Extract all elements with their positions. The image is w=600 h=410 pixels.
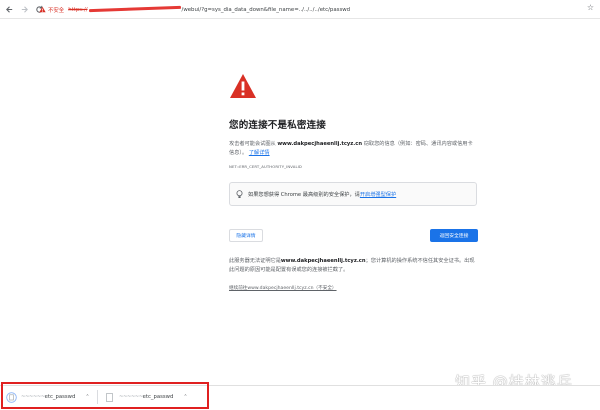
not-secure-label: 不安全 xyxy=(48,7,65,14)
error-code: NET::ERR_CERT_AUTHORITY_INVALID xyxy=(229,164,302,169)
url-scheme: https:// xyxy=(68,6,88,13)
lightbulb-icon xyxy=(236,189,243,198)
page-title: 您的连接不是私密连接 xyxy=(229,120,327,131)
browser-toolbar: 不安全 https:// /webui/?g=sys_dia_data_down… xyxy=(0,0,600,19)
details-domain: www.dakpecjhaeenllj.tcyz.cn xyxy=(280,258,366,264)
desc-domain: www.dakpecjhaeenllj.tcyz.cn xyxy=(277,141,363,147)
proceed-unsafe-link[interactable]: 继续前往www.dakpecjhaeenllj.tcyz.cn（不安全） xyxy=(229,285,337,291)
address-bar[interactable]: 不安全 https:// /webui/?g=sys_dia_data_down… xyxy=(39,2,584,17)
download-shelf-highlight xyxy=(1,382,209,409)
page-description: 攻击者可能会试图从 www.dakpecjhaeenllj.tcyz.cn 窃取… xyxy=(229,140,474,157)
enhanced-protection-prefix: 如果您想获得 Chrome 最高级别的安全保护，请 xyxy=(248,191,360,198)
hide-details-button[interactable]: 隐藏详情 xyxy=(229,229,263,242)
danger-warning-icon xyxy=(230,74,256,98)
back-arrow-icon[interactable] xyxy=(3,3,15,15)
learn-more-link[interactable]: 了解详情 xyxy=(249,150,270,156)
desc-prefix: 攻击者可能会试图从 xyxy=(229,141,276,147)
enhanced-protection-text: 如果您想获得 Chrome 最高级别的安全保护，请开启增强型保护 xyxy=(248,191,396,198)
url-path: /webui/?g=sys_dia_data_down&file_name=..… xyxy=(181,6,351,13)
enhanced-protection-banner: 如果您想获得 Chrome 最高级别的安全保护，请开启增强型保护 xyxy=(229,182,477,206)
bookmark-star-icon[interactable]: ☆ xyxy=(587,3,594,12)
back-to-safety-button[interactable]: 返回安全连接 xyxy=(430,229,478,242)
not-secure-warning-icon xyxy=(39,6,46,13)
details-prefix: 此服务器无法证明它是 xyxy=(229,258,281,264)
forward-arrow-icon[interactable] xyxy=(18,3,30,15)
enhanced-protection-link[interactable]: 开启增强型保护 xyxy=(360,192,396,198)
privacy-error-content: 您的连接不是私密连接 攻击者可能会试图从 www.dakpecjhaeenllj… xyxy=(229,73,479,169)
url-redaction xyxy=(88,5,181,13)
details-text: 此服务器无法证明它是www.dakpecjhaeenllj.tcyz.cn；您计… xyxy=(229,257,479,275)
